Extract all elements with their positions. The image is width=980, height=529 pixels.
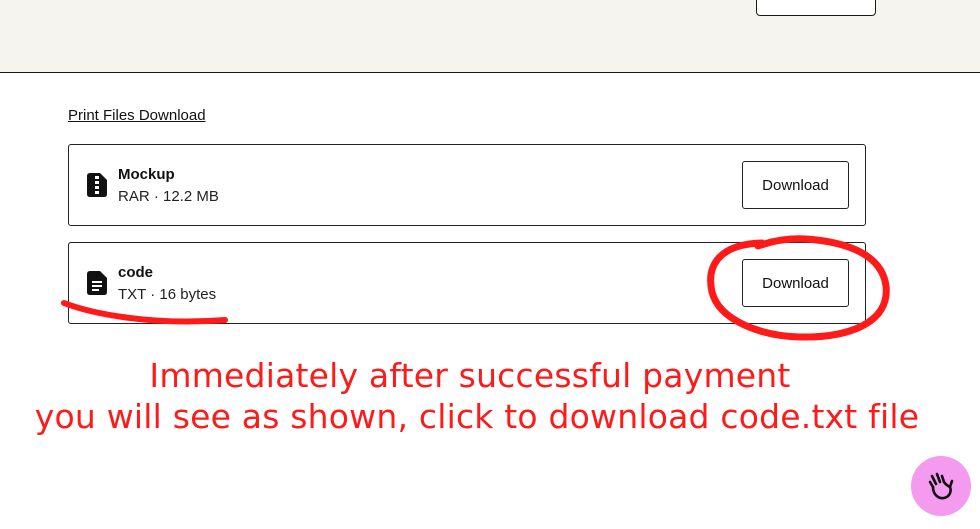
download-button-mockup[interactable]: Download bbox=[742, 161, 849, 209]
download-button-code[interactable]: Download bbox=[742, 259, 849, 307]
file-name: Mockup bbox=[118, 166, 175, 183]
annotation-text-line-1: Immediately after successful payment bbox=[149, 356, 791, 395]
header-action-button[interactable] bbox=[756, 0, 876, 16]
waving-hand-icon bbox=[928, 472, 954, 500]
file-meta: TXT · 16 bytes bbox=[118, 286, 217, 303]
file-name: code bbox=[118, 264, 154, 281]
header-band bbox=[0, 0, 980, 73]
file-meta: RAR · 12.2 MB bbox=[118, 188, 219, 205]
help-chat-button[interactable] bbox=[911, 456, 971, 516]
file-card-code: code TXT · 16 bytes Download bbox=[68, 242, 866, 324]
print-files-download-link[interactable]: Print Files Download bbox=[68, 107, 206, 124]
archive-file-icon bbox=[87, 173, 107, 197]
annotation-text-line-2: you will see as shown, click to download… bbox=[34, 397, 920, 436]
file-card-mockup: Mockup RAR · 12.2 MB Download bbox=[68, 144, 866, 226]
text-file-icon bbox=[87, 271, 107, 295]
